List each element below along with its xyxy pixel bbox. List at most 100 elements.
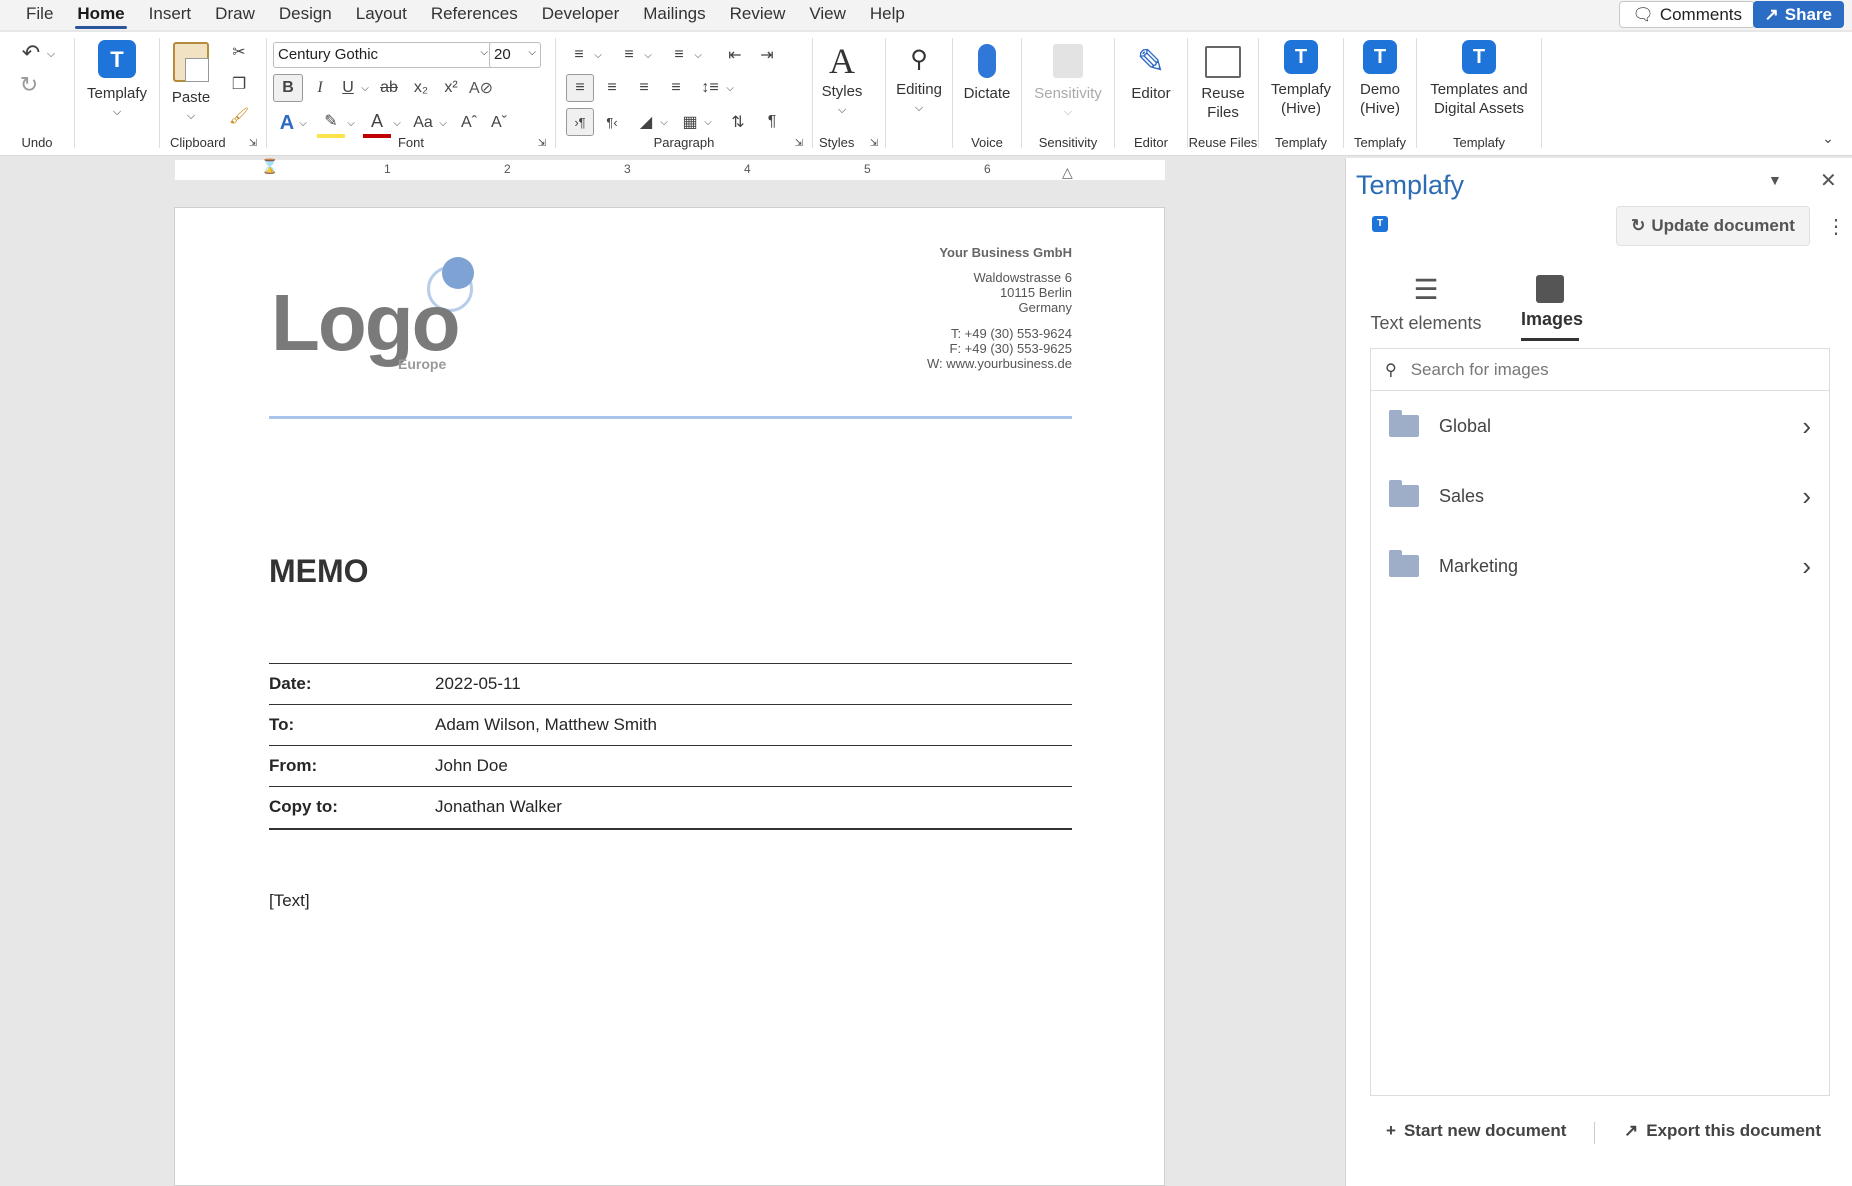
dictate-button[interactable]: Dictate [957, 40, 1017, 103]
pane-options-chevron-icon[interactable]: ▼ [1768, 172, 1782, 188]
multilevel-list-icon[interactable]: ≡ [666, 42, 692, 68]
dialog-launcher-icon[interactable]: ⇲ [792, 136, 806, 150]
font-name-select[interactable]: Century Gothic ⌵ [273, 42, 493, 68]
sensitivity-button[interactable]: Sensitivity ⌵ [1026, 40, 1110, 122]
menu-design[interactable]: Design [267, 0, 344, 30]
chevron-down-icon[interactable]: ⌵ [297, 108, 309, 138]
tab-images[interactable]: Images [1521, 273, 1583, 341]
folder-icon [1389, 410, 1419, 437]
font-size-select[interactable]: 20 ⌵ [489, 42, 541, 68]
templafy-hive-button[interactable]: T Templafy (Hive) [1263, 40, 1339, 118]
redo-icon[interactable]: ↻ [14, 72, 44, 98]
comments-button[interactable]: 🗨 Comments [1619, 1, 1755, 28]
folder-global[interactable]: Global › [1371, 391, 1829, 461]
search-input[interactable]: ⚲ Search for images [1371, 349, 1829, 391]
shading-icon[interactable]: ◢ [632, 108, 660, 136]
export-document-button[interactable]: ↗ Export this document [1624, 1121, 1821, 1141]
close-icon[interactable]: ✕ [1820, 168, 1837, 193]
dialog-launcher-icon[interactable]: ⇲ [535, 136, 549, 150]
show-formatting-icon[interactable]: ¶ [758, 108, 786, 136]
right-indent-marker-icon[interactable]: △ [1062, 164, 1073, 181]
ltr-icon[interactable]: ›¶ [566, 108, 594, 136]
start-new-document-button[interactable]: + Start new document [1386, 1121, 1566, 1141]
italic-icon[interactable]: I [307, 74, 333, 102]
shrink-font-icon[interactable]: Aˇ [485, 108, 513, 138]
menu-references[interactable]: References [419, 0, 530, 30]
format-painter-icon[interactable]: 🖌 [226, 104, 252, 128]
superscript-icon[interactable]: x² [437, 74, 465, 102]
editing-button[interactable]: ⚲ Editing ⌵ [888, 40, 950, 118]
body-text-placeholder[interactable]: [Text] [269, 891, 310, 911]
chevron-down-icon[interactable]: ⌵ [702, 108, 714, 136]
memo-field-value[interactable]: Jonathan Walker [435, 797, 562, 817]
chevron-down-icon[interactable]: ⌵ [658, 108, 670, 136]
menu-layout[interactable]: Layout [344, 0, 419, 30]
menu-file[interactable]: File [14, 0, 65, 30]
chevron-down-icon[interactable]: ⌵ [391, 108, 403, 138]
justify-icon[interactable]: ≡ [662, 74, 690, 102]
dialog-launcher-icon[interactable]: ⇲ [867, 136, 881, 150]
collapse-ribbon-icon[interactable]: ⌄ [1816, 128, 1840, 148]
borders-icon[interactable]: ▦ [676, 108, 704, 136]
memo-field-value[interactable]: John Doe [435, 756, 508, 776]
reuse-files-button[interactable]: Reuse Files [1192, 40, 1254, 122]
font-color-icon[interactable]: A [363, 108, 391, 138]
folder-sales[interactable]: Sales › [1371, 461, 1829, 531]
chevron-down-icon[interactable]: ⌵ [437, 108, 449, 138]
rtl-icon[interactable]: ¶‹ [598, 108, 626, 136]
sort-icon[interactable]: ⇅ [724, 108, 752, 136]
menu-developer[interactable]: Developer [530, 0, 632, 30]
memo-field-value[interactable]: Adam Wilson, Matthew Smith [435, 715, 657, 735]
memo-field-value[interactable]: 2022-05-11 [435, 674, 521, 694]
strikethrough-icon[interactable]: ab [375, 74, 403, 102]
subscript-icon[interactable]: x₂ [407, 74, 435, 102]
folder-marketing[interactable]: Marketing › [1371, 531, 1829, 601]
editor-button[interactable]: ✎ Editor [1119, 40, 1183, 103]
templates-assets-button[interactable]: T Templates and Digital Assets [1421, 40, 1537, 118]
clear-formatting-icon[interactable]: A⊘ [467, 74, 495, 102]
menu-help[interactable]: Help [858, 0, 917, 30]
chevron-down-icon[interactable]: ⌵ [345, 108, 357, 138]
chevron-down-icon[interactable]: ⌵ [642, 42, 654, 68]
update-document-button[interactable]: ↻ Update document [1616, 206, 1810, 246]
grow-font-icon[interactable]: Aˆ [455, 108, 483, 138]
copy-icon[interactable]: ❐ [226, 72, 252, 96]
templafy-button[interactable]: T Templafy ⌵ [79, 40, 155, 122]
menu-insert[interactable]: Insert [137, 0, 204, 30]
line-spacing-icon[interactable]: ↕≡ [696, 74, 724, 102]
underline-icon[interactable]: U [335, 74, 361, 102]
chevron-down-icon[interactable]: ⌵ [44, 42, 58, 66]
undo-icon[interactable]: ↶ [16, 40, 46, 66]
menu-view[interactable]: View [797, 0, 858, 30]
chevron-down-icon[interactable]: ⌵ [359, 74, 371, 102]
tab-text-elements[interactable]: ☰ Text elements [1368, 273, 1484, 334]
change-case-icon[interactable]: Aa [407, 108, 439, 138]
menu-home[interactable]: Home [65, 0, 136, 30]
styles-button[interactable]: A Styles ⌵ [817, 40, 867, 120]
chevron-down-icon[interactable]: ⌵ [592, 42, 604, 68]
bold-icon[interactable]: B [273, 74, 303, 102]
menu-draw[interactable]: Draw [203, 0, 267, 30]
align-right-icon[interactable]: ≡ [630, 74, 658, 102]
decrease-indent-icon[interactable]: ⇤ [722, 42, 748, 68]
chevron-down-icon[interactable]: ⌵ [724, 74, 736, 102]
templafy-icon: T [98, 40, 136, 78]
indent-marker-icon[interactable]: ⌛ [261, 158, 278, 175]
dialog-launcher-icon[interactable]: ⇲ [246, 136, 260, 150]
menu-mailings[interactable]: Mailings [631, 0, 717, 30]
align-left-icon[interactable]: ≡ [566, 74, 594, 102]
demo-hive-button[interactable]: T Demo (Hive) [1348, 40, 1412, 118]
highlight-icon[interactable]: ✎ [317, 108, 345, 138]
chevron-down-icon[interactable]: ⌵ [692, 42, 704, 68]
more-options-icon[interactable]: ⋮ [1826, 214, 1846, 239]
bullets-icon[interactable]: ≡ [566, 42, 592, 68]
sensitivity-label: Sensitivity [1034, 85, 1102, 102]
document-page[interactable]: Logo Europe Your Business GmbH Waldowstr… [174, 207, 1165, 1186]
menu-review[interactable]: Review [718, 0, 798, 30]
paste-button[interactable]: Paste ⌵ [166, 40, 216, 126]
numbering-icon[interactable]: ≡ [616, 42, 642, 68]
increase-indent-icon[interactable]: ⇥ [754, 42, 780, 68]
align-center-icon[interactable]: ≡ [598, 74, 626, 102]
share-button[interactable]: ↗ Share [1752, 1, 1844, 28]
cut-icon[interactable]: ✂ [226, 40, 252, 64]
